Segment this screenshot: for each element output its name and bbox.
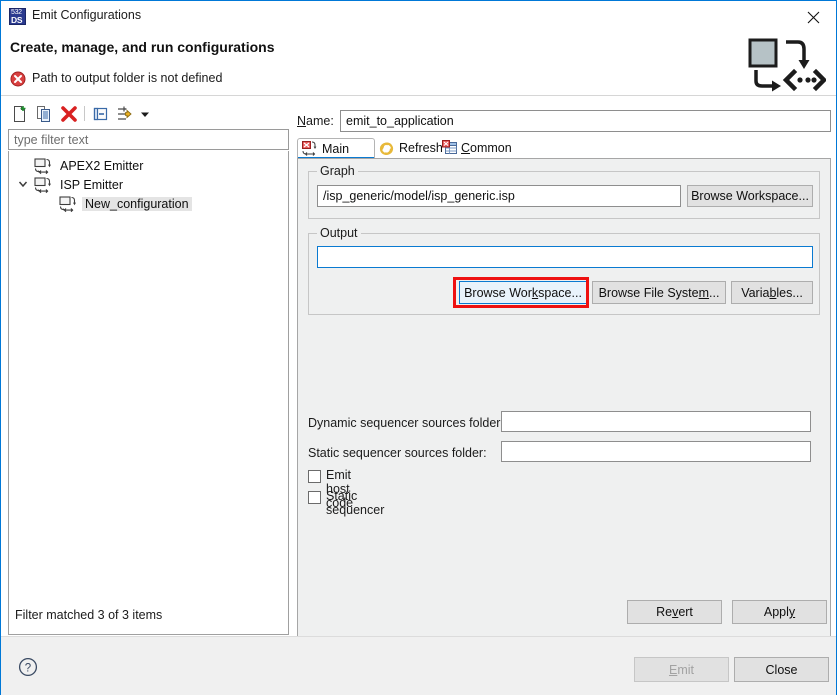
graph-browse-workspace-button[interactable]: Browse Workspace... — [687, 185, 813, 207]
name-input[interactable] — [341, 111, 827, 131]
emitter-icon — [59, 196, 76, 213]
svg-text:?: ? — [25, 663, 31, 675]
name-input-wrapper[interactable] — [340, 110, 831, 132]
static-sequencer-input-wrapper[interactable] — [501, 441, 811, 462]
tree-item-label: New_configuration — [82, 197, 192, 211]
output-variables-mnemonic: b — [769, 285, 777, 300]
graph-browse-workspace-label: Browse Workspace... — [691, 189, 809, 203]
emit-mnemonic: E — [668, 662, 678, 677]
filter-status-label: Filter matched 3 of 3 items — [15, 608, 163, 622]
graph-group: Graph Browse Workspace... — [308, 164, 820, 219]
output-browse-workspace-label: Browse Workspace... — [464, 285, 582, 300]
error-message: Path to output folder is not defined — [32, 71, 223, 85]
dynamic-sequencer-input-wrapper[interactable] — [501, 411, 811, 432]
dialog-footer: ? Emit Close — [1, 636, 836, 695]
revert-button[interactable]: Revert — [627, 600, 722, 624]
help-icon: ? — [18, 657, 38, 677]
tree-twisty-isp-emitter[interactable] — [16, 177, 30, 191]
filter-input[interactable] — [9, 130, 285, 149]
name-label: Name: — [297, 114, 334, 128]
output-browse-workspace-button[interactable]: Browse Workspace... — [459, 281, 587, 304]
emit-banner-icon — [748, 38, 826, 92]
dynamic-sequencer-input[interactable] — [502, 412, 802, 431]
static-sequencer-checkbox-label: Static sequencer — [326, 489, 385, 517]
tab-main[interactable]: Main — [297, 138, 375, 159]
revert-mnemonic: v — [672, 605, 679, 619]
name-row: Name: — [295, 110, 831, 132]
dialog-header: Create, manage, and run configurations P… — [1, 32, 836, 96]
tab-strip: Main Refresh Common — [297, 138, 831, 159]
output-browse-file-system-mnemonic: m — [698, 285, 710, 300]
emitter-icon — [34, 158, 51, 175]
tab-refresh[interactable]: Refresh — [371, 138, 447, 159]
common-tab-icon — [442, 140, 457, 154]
main-tab-icon — [302, 141, 317, 156]
output-variables-label: Variables... — [741, 285, 803, 300]
output-path-input[interactable] — [318, 247, 804, 267]
output-browse-file-system-label: Browse File System... — [598, 285, 720, 300]
output-browse-workspace-mnemonic: k — [531, 285, 539, 300]
static-sequencer-input[interactable] — [502, 442, 802, 461]
revert-apply-row: Revert Apply — [295, 600, 831, 626]
help-button[interactable]: ? — [18, 657, 38, 677]
close-button[interactable]: Close — [734, 657, 829, 682]
apply-label: Apply — [763, 605, 796, 619]
output-group-legend: Output — [317, 226, 361, 240]
tab-main-label: Main — [322, 142, 350, 156]
graph-group-legend: Graph — [317, 164, 358, 178]
duplicate-configuration-icon[interactable] — [34, 104, 54, 124]
apply-mnemonic: y — [788, 605, 796, 619]
collapse-all-icon[interactable] — [91, 104, 111, 124]
error-icon — [10, 71, 26, 87]
window-title: Emit Configurations — [32, 8, 142, 22]
dynamic-sequencer-label: Dynamic sequencer sources folder: — [308, 416, 504, 430]
title-bar: 532 DS Emit Configurations — [1, 1, 836, 32]
emitter-icon — [34, 177, 51, 194]
tree-item-label: ISP Emitter — [60, 178, 123, 192]
tree-item-label: APEX2 Emitter — [60, 159, 144, 173]
filter-input-wrapper[interactable] — [8, 129, 289, 150]
tab-common-mnemonic: C — [461, 141, 471, 155]
filter-icon[interactable] — [115, 104, 135, 124]
new-configuration-icon[interactable] — [10, 104, 30, 124]
toolbar-separator — [84, 106, 85, 121]
tab-common[interactable]: Common — [437, 138, 517, 159]
graph-path-input[interactable] — [318, 186, 672, 206]
emit-configurations-dialog: 532 DS Emit Configurations Create, manag… — [0, 0, 837, 695]
graph-path-input-wrapper[interactable] — [317, 185, 681, 207]
configurations-toolbar — [8, 102, 289, 126]
refresh-tab-icon — [379, 142, 394, 155]
close-icon — [807, 11, 820, 24]
configurations-tree[interactable]: APEX2 Emitter ISP Emitter New_configurat… — [8, 151, 289, 635]
tab-common-rest: ommon — [470, 141, 512, 155]
emit-host-code-checkbox[interactable] — [308, 470, 321, 483]
app-icon-text-bottom: DS — [11, 15, 23, 25]
emit-button[interactable]: Emit — [634, 657, 729, 682]
output-path-input-wrapper[interactable] — [317, 246, 813, 268]
static-sequencer-checkbox[interactable] — [308, 491, 321, 504]
chevron-down-icon — [18, 181, 28, 188]
output-group: Output Browse Workspace... Browse File S… — [308, 226, 820, 315]
apply-button[interactable]: Apply — [732, 600, 827, 624]
emit-label: Emit — [668, 662, 694, 677]
name-label-rest: ame: — [306, 114, 334, 128]
revert-label: Revert — [656, 605, 693, 619]
delete-configuration-icon[interactable] — [59, 104, 79, 124]
configurations-panel: APEX2 Emitter ISP Emitter — [8, 102, 289, 635]
static-sequencer-label: Static sequencer sources folder: — [308, 446, 487, 460]
emit-configurations-icon: 532 DS — [9, 8, 26, 25]
close-label: Close — [765, 662, 798, 677]
output-variables-button[interactable]: Variables... — [731, 281, 813, 304]
close-window-button[interactable] — [791, 1, 836, 31]
chevron-down-icon[interactable] — [138, 104, 152, 124]
name-mnemonic: N — [297, 114, 307, 128]
page-title: Create, manage, and run configurations — [10, 39, 275, 55]
configuration-editor-panel: Name: Main — [295, 102, 831, 682]
output-browse-file-system-button[interactable]: Browse File System... — [592, 281, 726, 304]
tab-common-label: Common — [461, 141, 512, 155]
